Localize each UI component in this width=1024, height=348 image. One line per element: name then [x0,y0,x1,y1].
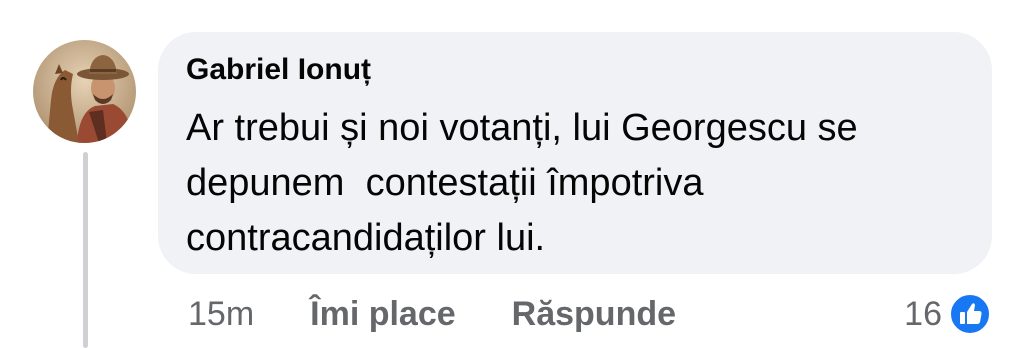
avatar[interactable] [33,40,136,143]
reaction-summary[interactable]: 16 [904,289,992,339]
reply-thread-line [83,152,88,348]
comment-text-line: contracandidaților lui. [186,217,546,259]
like-button[interactable]: Îmi place [310,295,456,334]
reaction-count: 16 [904,294,942,333]
avatar-image [33,40,136,143]
comment-text: Ar trebui și noi votanți, lui Georgescu … [186,101,976,266]
comment-author[interactable]: Gabriel Ionuț [186,53,371,87]
comment-text-line: Ar trebui și noi votanți, lui Georgescu … [186,107,858,149]
reply-button[interactable]: Răspunde [512,295,676,334]
comment-actions: 15m Îmi place Răspunde [188,289,676,339]
comment-timestamp[interactable]: 15m [188,295,254,334]
comment-text-line: depunem contestații împotriva [186,162,704,204]
like-thumb-icon [949,293,991,335]
